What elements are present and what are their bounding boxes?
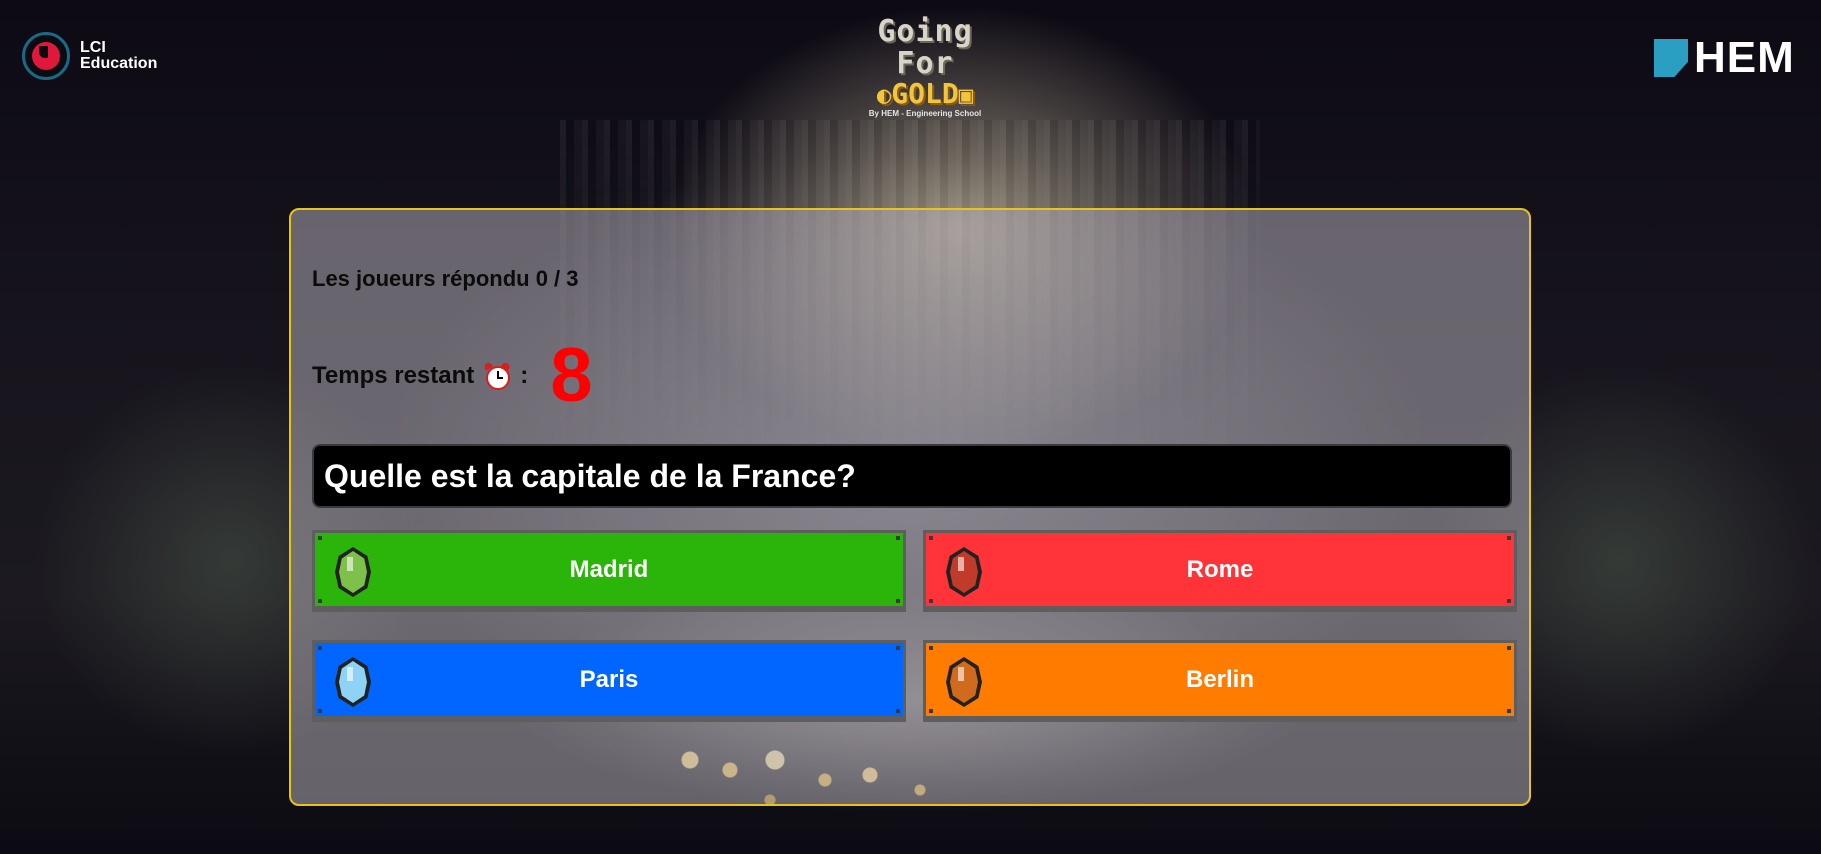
quiz-panel: Les joueurs répondu 0 / 3 Temps restant …: [289, 208, 1531, 806]
lci-logo-icon: [22, 32, 70, 80]
logo-title-top: Going For: [877, 14, 973, 81]
lci-logo-line2: Education: [80, 55, 158, 72]
answer-label: Berlin: [1185, 665, 1254, 693]
hem-logo: HEM: [1654, 36, 1795, 80]
logo-subtitle: By HEM - Engineering School: [868, 109, 982, 118]
timer-value: 8: [550, 333, 593, 418]
timer-label: Temps restant: [312, 362, 475, 389]
going-for-gold-logo: Going For ◐GOLD▣ By HEM - Engineering Sc…: [840, 14, 1010, 119]
logo-gold-word: GOLD: [891, 77, 959, 110]
timer-colon: :: [520, 362, 529, 389]
green-gem-icon: [335, 547, 371, 597]
logo-title-gold: ◐GOLD▣: [840, 77, 1010, 110]
blue-gem-icon: [335, 657, 371, 707]
answer-label: Madrid: [569, 555, 649, 583]
question-box: Quelle est la capitale de la France?: [312, 444, 1512, 508]
alarm-clock-icon: [483, 361, 512, 390]
treasure-chest-icon: ▣: [958, 81, 974, 109]
answer-button-berlin[interactable]: Berlin: [923, 640, 1517, 722]
lci-education-logo: LCI Education: [22, 30, 157, 82]
answer-button-paris[interactable]: Paris: [312, 640, 906, 722]
orange-gem-icon: [946, 657, 982, 707]
players-answered: Les joueurs répondu 0 / 3: [312, 266, 579, 291]
lci-logo-line1: LCI: [80, 39, 106, 56]
hem-logo-text: HEM: [1694, 33, 1795, 82]
answer-label: Paris: [579, 665, 639, 693]
answer-button-rome[interactable]: Rome: [923, 530, 1517, 612]
timer-row: Temps restant : 8: [312, 336, 593, 416]
lci-logo-text: LCI Education: [80, 40, 157, 72]
answer-label: Rome: [1186, 555, 1254, 583]
hem-logo-icon: [1654, 39, 1688, 77]
moon-coin-icon: ◐: [876, 81, 892, 109]
red-gem-icon: [946, 547, 982, 597]
answer-button-madrid[interactable]: Madrid: [312, 530, 906, 612]
